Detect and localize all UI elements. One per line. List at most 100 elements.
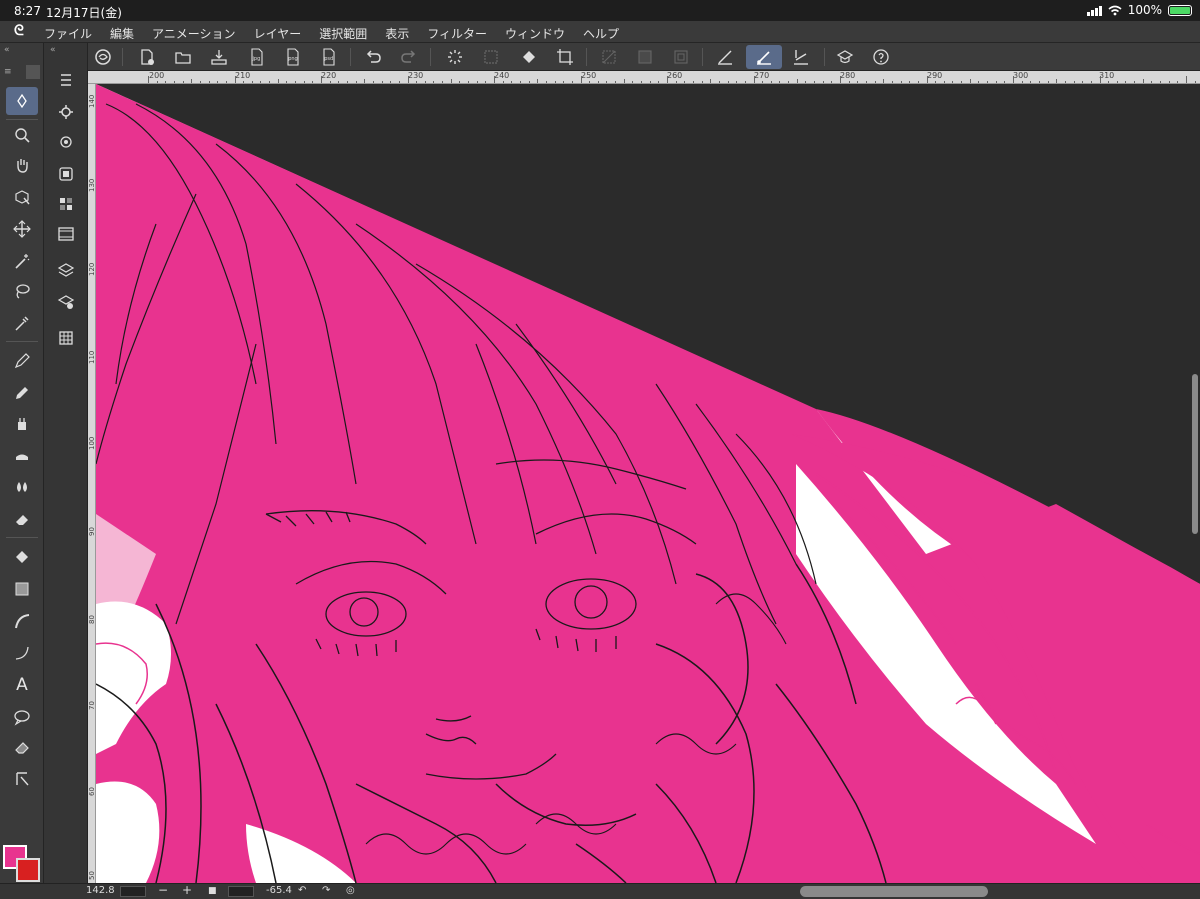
learn-icon[interactable] (832, 45, 858, 69)
toolbar-divider (430, 48, 431, 66)
ruler-tick (407, 76, 409, 83)
ruler-tick (321, 76, 322, 83)
reset-rotation-icon[interactable]: ◎ (346, 885, 355, 896)
sub-color-swatch[interactable] (16, 858, 40, 882)
toolbar-divider (350, 48, 351, 66)
ruler-label: 300 (1013, 71, 1029, 80)
menu-edit[interactable]: 編集 (110, 25, 134, 42)
pen-icon[interactable] (6, 347, 38, 375)
figure-icon[interactable] (6, 639, 38, 667)
ruler-pen-icon[interactable] (712, 45, 738, 69)
collapse-dock-icon[interactable]: « (50, 45, 56, 55)
correct-line-icon[interactable] (6, 733, 38, 761)
color-set-icon[interactable] (52, 191, 80, 217)
gradient-icon[interactable] (6, 575, 38, 603)
zoom-out-icon[interactable]: − (158, 883, 168, 897)
zoom-value: 142.8 (86, 885, 115, 896)
menu-file[interactable]: ファイル (44, 25, 92, 42)
artwork (96, 84, 1200, 883)
crop-icon[interactable] (552, 45, 578, 69)
menu-selection[interactable]: 選択範囲 (319, 25, 367, 42)
airbrush-icon[interactable] (6, 409, 38, 437)
lasso-icon[interactable] (6, 277, 38, 305)
ruler-label: 260 (667, 71, 683, 80)
menu-bar: ᘓ ファイル 編集 アニメーション レイヤー 選択範囲 表示 フィルター ウィン… (0, 21, 1200, 43)
horizontal-scrollbar[interactable] (800, 886, 988, 897)
eyedropper-icon[interactable] (6, 309, 38, 337)
drawing-canvas[interactable] (96, 84, 1200, 883)
menu-help[interactable]: ヘルプ (583, 25, 619, 42)
rotate-right-icon[interactable]: ↷ (322, 885, 330, 896)
menu-filter[interactable]: フィルター (427, 25, 487, 42)
zoom-box[interactable] (120, 886, 146, 897)
invert-selection-icon[interactable] (632, 45, 658, 69)
fill-bucket-icon[interactable] (516, 45, 542, 69)
export-psd-icon[interactable]: psd (316, 45, 342, 69)
navigator-icon[interactable] (52, 161, 80, 187)
move-icon[interactable] (6, 215, 38, 243)
fill-icon[interactable] (6, 543, 38, 571)
frame-border-icon[interactable] (6, 607, 38, 635)
menu-animation[interactable]: アニメーション (152, 25, 236, 42)
operation-icon[interactable] (6, 765, 38, 793)
zoom-icon[interactable] (6, 121, 38, 149)
timeline-icon[interactable] (52, 221, 80, 247)
palette-menu-icon[interactable]: ≡ (4, 67, 12, 77)
pencil-icon[interactable] (6, 379, 38, 407)
clip-logo-icon[interactable]: ᘓ (14, 23, 24, 39)
eraser-icon[interactable] (6, 505, 38, 533)
palette-divider (6, 537, 38, 538)
stop-icon[interactable]: ■ (208, 886, 217, 896)
tool-property-icon[interactable] (52, 99, 80, 125)
app-logo-icon[interactable] (90, 45, 116, 69)
brush-icon[interactable] (6, 441, 38, 469)
export-png-icon[interactable]: png (280, 45, 306, 69)
layer-property-icon[interactable] (52, 289, 80, 315)
save-icon[interactable] (206, 45, 232, 69)
brush-size-icon[interactable] (26, 65, 40, 79)
palette-divider (6, 119, 38, 120)
transform-disabled-icon[interactable] (478, 45, 504, 69)
undo-icon[interactable] (360, 45, 386, 69)
status-time: 8:27 (14, 4, 41, 18)
vertical-scrollbar[interactable] (1190, 84, 1200, 883)
text-tool-icon[interactable]: A (6, 671, 38, 699)
snap-ruler-icon[interactable] (788, 45, 814, 69)
loading-icon[interactable] (442, 45, 468, 69)
ruler-tick (1186, 76, 1187, 83)
blend-icon[interactable] (6, 473, 38, 501)
open-folder-icon[interactable] (170, 45, 196, 69)
collapse-left-icon[interactable]: « (4, 45, 10, 55)
layer-icon[interactable] (52, 257, 80, 283)
clear-selection-icon[interactable] (596, 45, 622, 69)
zoom-in-icon[interactable]: + (182, 883, 192, 897)
ruler-label: 310 (1099, 71, 1115, 80)
toolbar-divider (122, 48, 123, 66)
menu-view[interactable]: 表示 (385, 25, 409, 42)
new-file-icon[interactable] (134, 45, 160, 69)
selection-boundary-icon[interactable] (668, 45, 694, 69)
sub-tool-palette-icon[interactable] (52, 67, 80, 93)
vertical-scroll-thumb[interactable] (1192, 374, 1198, 534)
redo-icon[interactable] (396, 45, 422, 69)
material-palette-icon[interactable] (52, 325, 80, 351)
menu-layer[interactable]: レイヤー (254, 25, 302, 42)
hand-icon[interactable] (6, 151, 38, 179)
ruler-label: 250 (581, 71, 597, 80)
menu-window[interactable]: ウィンドウ (505, 25, 565, 42)
balloon-icon[interactable] (6, 703, 38, 731)
rotate-left-icon[interactable]: ↶ (298, 885, 306, 896)
rotation-value: -65.4 (266, 885, 292, 896)
object-select-icon[interactable] (6, 183, 38, 211)
magic-wand-icon[interactable] (6, 247, 38, 275)
wifi-icon (1108, 5, 1122, 15)
export-jpg-icon[interactable]: jpg (244, 45, 270, 69)
help-icon[interactable] (868, 45, 894, 69)
ruler-label: 200 (149, 71, 165, 80)
brush-size-palette-icon[interactable] (52, 129, 80, 155)
brush-ruler-icon[interactable] (746, 45, 782, 69)
sub-tool-active-icon[interactable] (6, 87, 38, 115)
rotate-box[interactable] (228, 886, 254, 897)
ruler-tick (667, 76, 668, 83)
ruler-label: 110 (88, 350, 96, 364)
